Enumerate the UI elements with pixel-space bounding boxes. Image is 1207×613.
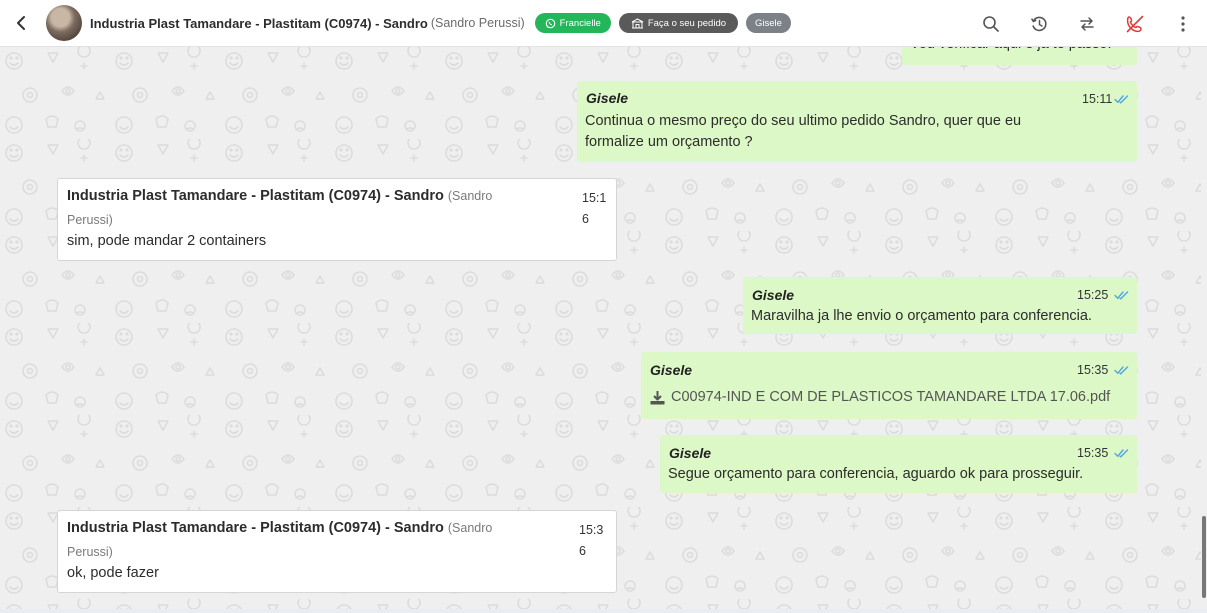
- message-bubble-outgoing[interactable]: Gisele 15:11 Continua o mesmo preço do s…: [577, 81, 1137, 162]
- message-bubble-outgoing[interactable]: Gisele 15:25 Maravilha ja lhe envio o or…: [743, 277, 1137, 334]
- message-sender: Gisele: [586, 90, 629, 106]
- message-sender: Gisele: [669, 445, 712, 461]
- message-bubble-outgoing[interactable]: Gisele 15:35 Segue orçamento para confer…: [660, 435, 1137, 493]
- message-sender-user: (Sandro: [447, 521, 493, 535]
- end-call-icon[interactable]: [1111, 0, 1159, 47]
- message-time: 15:3 6: [579, 523, 604, 558]
- message-sender-user: Perussi): [67, 545, 113, 559]
- message-text: ok, pode fazer: [67, 565, 159, 581]
- message-text: formalize um orçamento ?: [585, 134, 753, 150]
- message-sender-user: Perussi): [67, 213, 113, 227]
- read-ticks-icon: [1114, 291, 1129, 300]
- chat-area: Vou verificar aqui e ja te passo. Gisele…: [0, 47, 1201, 610]
- message-time: 15:25: [1077, 288, 1109, 302]
- bottom-divider: [0, 609, 1207, 613]
- more-options-icon[interactable]: [1159, 0, 1207, 47]
- message-bubble-incoming[interactable]: Industria Plast Tamandare - Plastitam (C…: [57, 178, 617, 261]
- message-sender: Industria Plast Tamandare - Plastitam (C…: [67, 520, 493, 536]
- contact-subtitle: (Sandro Perussi): [430, 16, 525, 30]
- message-time: 15:35: [1077, 363, 1109, 377]
- message-text: Continua o mesmo preço do seu ultimo ped…: [585, 113, 1022, 129]
- download-icon[interactable]: [650, 390, 665, 405]
- transfer-icon[interactable]: [1063, 0, 1111, 47]
- read-ticks-icon: [1114, 95, 1129, 104]
- message-time: 15:35: [1077, 446, 1109, 460]
- user-tag[interactable]: Gisele: [746, 13, 791, 33]
- read-ticks-icon: [1114, 449, 1129, 458]
- agent-tag-label: Francielle: [559, 17, 601, 29]
- agent-tag[interactable]: Francielle: [534, 13, 611, 33]
- read-ticks-icon: [1114, 366, 1129, 375]
- order-tag[interactable]: Faça o seu pedido: [618, 13, 739, 33]
- message-sender-user: (Sandro: [447, 189, 493, 203]
- header-tools: [967, 0, 1207, 47]
- file-name[interactable]: C00974-IND E COM DE PLASTICOS TAMANDARE …: [671, 389, 1110, 405]
- message-bubble-outgoing[interactable]: Gisele 15:35 C00974-IND E COM DE PLASTIC…: [641, 352, 1137, 419]
- message-sender: Gisele: [650, 362, 693, 378]
- message-time: 15:11: [1082, 92, 1113, 106]
- message-sender: Gisele: [752, 287, 795, 303]
- history-icon[interactable]: [1015, 0, 1063, 47]
- search-icon[interactable]: [967, 0, 1015, 47]
- contact-name[interactable]: Industria Plast Tamandare - Plastitam (C…: [90, 16, 428, 31]
- message-text: Vou verificar aqui e ja te passo.: [910, 47, 1112, 55]
- whatsapp-icon: [545, 18, 555, 28]
- message-text: Segue orçamento para conferencia, aguard…: [668, 466, 1084, 482]
- message-text: Maravilha ja lhe envio o orçamento para …: [751, 308, 1092, 324]
- store-icon: [631, 17, 644, 28]
- message-time: 15:1 6: [582, 191, 607, 226]
- chat-header: Industria Plast Tamandare - Plastitam (C…: [0, 0, 1207, 47]
- back-arrow-icon[interactable]: [2, 4, 40, 42]
- chat-scrollbar-thumb[interactable]: [1202, 516, 1206, 598]
- file-attachment[interactable]: C00974-IND E COM DE PLASTICOS TAMANDARE …: [650, 389, 1110, 405]
- message-bubble-outgoing[interactable]: Vou verificar aqui e ja te passo.: [902, 47, 1137, 65]
- contact-avatar[interactable]: [46, 5, 82, 41]
- message-sender: Industria Plast Tamandare - Plastitam (C…: [67, 188, 493, 204]
- message-text: sim, pode mandar 2 containers: [67, 233, 267, 249]
- order-tag-label: Faça o seu pedido: [647, 17, 727, 29]
- message-bubble-incoming[interactable]: Industria Plast Tamandare - Plastitam (C…: [57, 510, 617, 593]
